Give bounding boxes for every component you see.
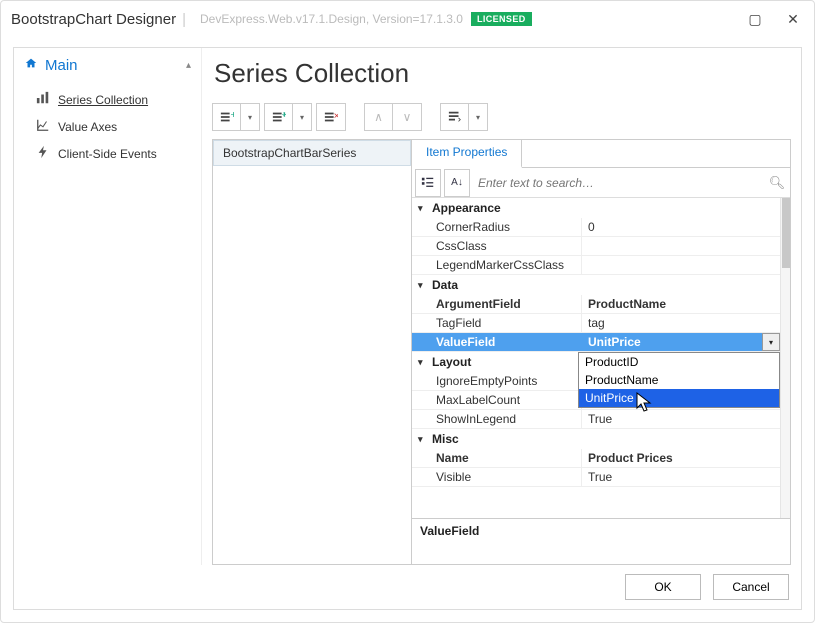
sidebar-item-label: Value Axes: [58, 120, 117, 134]
options-button[interactable]: [441, 104, 469, 130]
expand-arrow-icon: ▾: [418, 203, 430, 214]
collapse-caret-icon: ▴: [186, 60, 191, 71]
property-row[interactable]: ShowInLegendTrue: [412, 410, 780, 429]
category-label: Layout: [432, 355, 471, 369]
property-category[interactable]: ▾Data: [412, 275, 780, 295]
property-category[interactable]: ▾Appearance: [412, 198, 780, 218]
window-subtitle: DevExpress.Web.v17.1.Design, Version=17.…: [200, 12, 463, 26]
dropdown-option[interactable]: ProductName: [579, 371, 779, 389]
valuefield-dropdown[interactable]: ProductIDProductNameUnitPrice: [578, 352, 780, 408]
dialog-buttons: OK Cancel: [14, 565, 801, 609]
sidebar-item-series-collection[interactable]: Series Collection: [14, 86, 201, 113]
property-key: Name: [412, 449, 582, 467]
property-key: ArgumentField: [412, 295, 582, 313]
property-key: Visible: [412, 468, 582, 486]
property-key: MaxLabelCount: [412, 391, 582, 409]
property-key: ValueField: [412, 333, 582, 351]
axes-icon: [36, 118, 50, 135]
close-button[interactable]: ✕: [782, 11, 804, 28]
property-value[interactable]: ProductName: [582, 295, 780, 313]
insert-item-dropdown[interactable]: ▾: [293, 104, 311, 130]
maximize-button[interactable]: ▢: [744, 11, 766, 28]
content-area: Series Collection + ▾ + ▾ × ∧ ∨: [202, 48, 801, 565]
property-key: CssClass: [412, 237, 582, 255]
bars-icon: [36, 91, 50, 108]
property-value[interactable]: tag: [582, 314, 780, 332]
property-value[interactable]: Product Prices: [582, 449, 780, 467]
remove-item-button[interactable]: ×: [317, 104, 345, 130]
property-row[interactable]: ArgumentFieldProductName: [412, 295, 780, 314]
sidebar-item-label: Client-Side Events: [58, 147, 157, 161]
property-key: LegendMarkerCssClass: [412, 256, 582, 274]
property-key: CornerRadius: [412, 218, 582, 236]
property-value[interactable]: UnitPrice: [582, 333, 780, 351]
property-value[interactable]: [582, 256, 780, 274]
page-heading: Series Collection: [212, 52, 791, 103]
expand-arrow-icon: ▾: [418, 357, 430, 368]
alphabetical-view-button[interactable]: A↓: [444, 169, 470, 197]
category-label: Misc: [432, 432, 459, 446]
property-row[interactable]: VisibleTrue: [412, 468, 780, 487]
move-down-button[interactable]: ∨: [393, 104, 421, 130]
window-title: BootstrapChart Designer: [11, 11, 176, 28]
categorized-view-button[interactable]: [415, 169, 441, 197]
property-description: ValueField: [412, 518, 790, 564]
category-label: Appearance: [432, 201, 501, 215]
dialog-frame: Main ▴ Series Collection Value Axes: [13, 47, 802, 610]
title-bar: BootstrapChart Designer | DevExpress.Web…: [1, 1, 814, 37]
sidebar-item-client-side-events[interactable]: Client-Side Events: [14, 140, 201, 167]
scroll-thumb[interactable]: [782, 198, 790, 268]
bolt-icon: [36, 145, 50, 162]
property-value[interactable]: True: [582, 410, 780, 428]
options-dropdown[interactable]: ▾: [469, 104, 487, 130]
title-divider: |: [182, 11, 186, 28]
property-grid: ▾AppearanceCornerRadius0CssClassLegendMa…: [412, 198, 790, 518]
license-badge: LICENSED: [471, 12, 532, 26]
dropdown-toggle-button[interactable]: ▾: [762, 333, 780, 351]
vertical-scrollbar[interactable]: [780, 198, 790, 518]
sidebar-item-label: Series Collection: [58, 93, 148, 107]
sidebar-nav: Series Collection Value Axes Client-Side…: [14, 82, 201, 171]
add-item-button[interactable]: +: [213, 104, 241, 130]
property-search-input[interactable]: [470, 169, 764, 197]
sidebar: Main ▴ Series Collection Value Axes: [14, 48, 202, 565]
category-label: Data: [432, 278, 458, 292]
series-list-item[interactable]: BootstrapChartBarSeries: [213, 140, 411, 166]
property-value[interactable]: [582, 237, 780, 255]
toolbar: + ▾ + ▾ × ∧ ∨ ▾: [212, 103, 791, 139]
expand-arrow-icon: ▾: [418, 434, 430, 445]
tab-item-properties[interactable]: Item Properties: [412, 140, 522, 168]
property-category[interactable]: ▾Misc: [412, 429, 780, 449]
dropdown-option[interactable]: UnitPrice: [579, 389, 779, 407]
property-value[interactable]: True: [582, 468, 780, 486]
series-list[interactable]: BootstrapChartBarSeries: [212, 139, 412, 565]
property-key: TagField: [412, 314, 582, 332]
ok-button[interactable]: OK: [625, 574, 701, 600]
property-key: ShowInLegend: [412, 410, 582, 428]
sidebar-main-header[interactable]: Main ▴: [14, 48, 201, 82]
sidebar-main-label: Main: [45, 57, 78, 74]
property-row[interactable]: CssClass: [412, 237, 780, 256]
property-row[interactable]: ValueFieldUnitPrice▾: [412, 333, 780, 352]
property-pane: Item Properties A↓ 🔍︎ ▾AppearanceCornerR…: [412, 139, 791, 565]
add-item-dropdown[interactable]: ▾: [241, 104, 259, 130]
property-row[interactable]: NameProduct Prices: [412, 449, 780, 468]
dropdown-option[interactable]: ProductID: [579, 353, 779, 371]
property-row[interactable]: LegendMarkerCssClass: [412, 256, 780, 275]
property-row[interactable]: TagFieldtag: [412, 314, 780, 333]
svg-text:×: ×: [334, 110, 338, 122]
cancel-button[interactable]: Cancel: [713, 574, 789, 600]
expand-arrow-icon: ▾: [418, 280, 430, 291]
property-row[interactable]: CornerRadius0: [412, 218, 780, 237]
move-up-button[interactable]: ∧: [365, 104, 393, 130]
svg-text:+: +: [230, 110, 234, 121]
home-icon: [24, 56, 38, 74]
search-icon: 🔍︎: [764, 175, 790, 191]
property-key: IgnoreEmptyPoints: [412, 372, 582, 390]
sidebar-item-value-axes[interactable]: Value Axes: [14, 113, 201, 140]
property-value[interactable]: 0: [582, 218, 780, 236]
insert-item-button[interactable]: +: [265, 104, 293, 130]
